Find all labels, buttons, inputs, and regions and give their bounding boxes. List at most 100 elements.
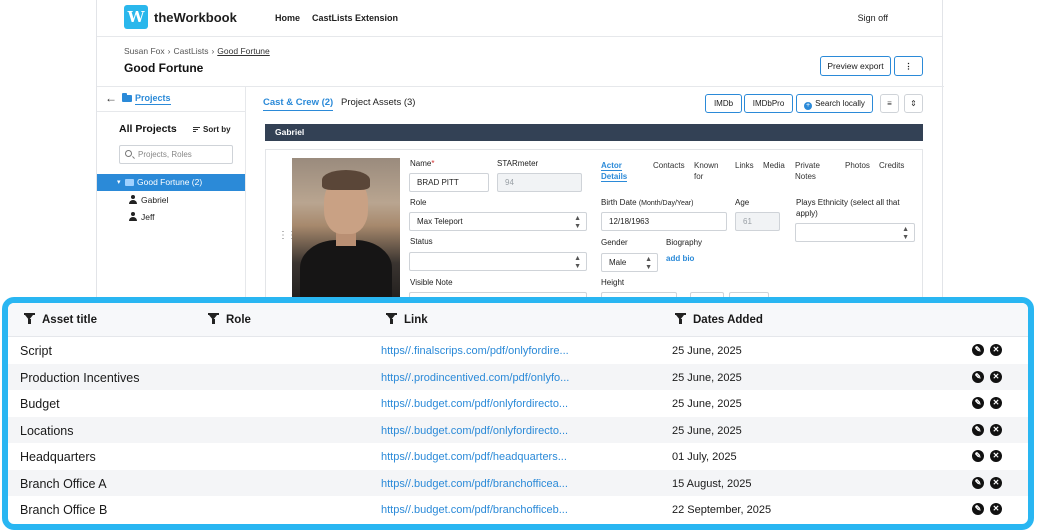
sign-off-link[interactable]: Sign off bbox=[858, 13, 888, 23]
table-row[interactable]: Headquarters https//.budget.com/pdf/head… bbox=[8, 443, 1028, 470]
delete-icon[interactable]: ✕ bbox=[990, 370, 1002, 383]
column-role[interactable]: Role bbox=[208, 313, 251, 326]
nav-home[interactable]: Home bbox=[275, 13, 300, 23]
delete-icon[interactable]: ✕ bbox=[990, 397, 1002, 409]
projects-tab[interactable]: Projects bbox=[135, 93, 171, 105]
asset-link[interactable]: https//.prodincentived.com/pdf/onlyfo... bbox=[381, 372, 569, 384]
updown-icon: ▲ ▼ bbox=[645, 256, 652, 271]
biography-label: Biography bbox=[666, 238, 703, 247]
table-row[interactable]: Branch Office A https//.budget.com/pdf/b… bbox=[8, 469, 1028, 496]
delete-icon[interactable]: ✕ bbox=[990, 344, 1002, 356]
asset-link[interactable]: https//.finalscrips.com/pdf/onlyfordire.… bbox=[381, 345, 569, 357]
app-window: W theWorkbook Home CastLists Extension S… bbox=[96, 0, 944, 311]
imdb-button[interactable]: IMDb bbox=[705, 94, 742, 113]
imdbpro-button[interactable]: IMDbPro bbox=[744, 94, 793, 113]
asset-link[interactable]: https//.budget.com/pdf/headquarters... bbox=[381, 451, 567, 463]
table-row[interactable]: Locations https//.budget.com/pdf/onlyfor… bbox=[8, 416, 1028, 443]
filter-icon[interactable] bbox=[675, 313, 686, 324]
tree-item-label: Gabriel bbox=[141, 195, 169, 205]
table-row[interactable]: Script https//.finalscrips.com/pdf/onlyf… bbox=[8, 337, 1028, 364]
role-select[interactable]: Max Teleport ▲ ▼ bbox=[409, 212, 587, 231]
birth-date-label: Birth Date (Month/Day/Year) bbox=[601, 198, 694, 207]
date-added: 25 June, 2025 bbox=[672, 371, 742, 384]
expand-collapse-button[interactable]: ⇕ bbox=[904, 94, 923, 113]
asset-title: Script bbox=[20, 344, 52, 358]
asset-link[interactable]: https//.budget.com/pdf/onlyfordirecto... bbox=[381, 425, 568, 437]
ethnicity-select[interactable]: ▲ ▼ bbox=[795, 223, 915, 242]
subtab-known-for[interactable]: Known for bbox=[694, 160, 724, 182]
filter-icon[interactable] bbox=[386, 313, 397, 324]
column-dates-added[interactable]: Dates Added bbox=[675, 313, 763, 326]
gender-select[interactable]: Male ▲ ▼ bbox=[601, 253, 658, 272]
edit-icon[interactable]: ✎ bbox=[972, 450, 984, 462]
filter-icon[interactable] bbox=[208, 313, 219, 324]
subtab-actor-details[interactable]: Actor Details bbox=[601, 160, 645, 182]
subtab-credits[interactable]: Credits bbox=[879, 160, 904, 171]
breadcrumb-user[interactable]: Susan Fox bbox=[124, 46, 165, 56]
nav-castlists-extension[interactable]: CastLists Extension bbox=[312, 13, 398, 23]
search-locally-button[interactable]: + Search locally bbox=[796, 94, 873, 113]
ethnicity-label: Plays Ethnicity (select all that apply) bbox=[796, 198, 900, 218]
role-value: Max Teleport bbox=[417, 217, 463, 226]
search-icon bbox=[125, 150, 132, 157]
role-header-bar: Gabriel bbox=[265, 124, 923, 141]
tree-item-gabriel[interactable]: Gabriel bbox=[129, 195, 168, 205]
subtab-contacts[interactable]: Contacts bbox=[653, 160, 685, 171]
delete-icon[interactable]: ✕ bbox=[990, 503, 1002, 515]
column-link[interactable]: Link bbox=[386, 313, 428, 326]
delete-icon[interactable]: ✕ bbox=[990, 450, 1002, 462]
breadcrumb-current[interactable]: Good Fortune bbox=[217, 46, 269, 56]
tab-project-assets[interactable]: Project Assets (3) bbox=[341, 97, 415, 108]
birth-date-field[interactable]: 12/18/1963 bbox=[601, 212, 727, 231]
more-options-button[interactable]: ⋮ bbox=[894, 56, 923, 76]
subtab-photos[interactable]: Photos bbox=[845, 160, 870, 171]
asset-link[interactable]: https//.budget.com/pdf/onlyfordirecto... bbox=[381, 398, 568, 410]
status-select[interactable]: ▲ ▼ bbox=[409, 252, 587, 271]
sort-button[interactable]: ≡ bbox=[880, 94, 899, 113]
subtab-private-notes[interactable]: Private Notes bbox=[795, 160, 829, 182]
asset-title: Production Incentives bbox=[20, 370, 140, 385]
add-bio-link[interactable]: add bio bbox=[666, 254, 694, 263]
breadcrumb-castlists[interactable]: CastLists bbox=[173, 46, 208, 56]
asset-link[interactable]: https//.budget.com/pdf/branchofficeb... bbox=[381, 504, 568, 516]
search-placeholder: Projects, Roles bbox=[138, 150, 192, 159]
table-row[interactable]: Production Incentives https//.prodincent… bbox=[8, 363, 1028, 390]
updown-icon: ▲ ▼ bbox=[574, 255, 581, 270]
folder-icon bbox=[125, 179, 134, 186]
table-row[interactable]: Budget https//.budget.com/pdf/onlyfordir… bbox=[8, 390, 1028, 417]
sidebar-header: ← Projects bbox=[97, 87, 245, 112]
back-arrow-icon[interactable]: ← bbox=[105, 91, 117, 105]
edit-icon[interactable]: ✎ bbox=[972, 423, 984, 436]
delete-icon[interactable]: ✕ bbox=[990, 476, 1002, 489]
subtab-links[interactable]: Links bbox=[735, 160, 754, 171]
logo-icon[interactable]: W bbox=[124, 5, 148, 29]
edit-icon[interactable]: ✎ bbox=[972, 370, 984, 383]
starmeter-label: STARmeter bbox=[497, 159, 539, 168]
asset-link[interactable]: https//.budget.com/pdf/branchofficea... bbox=[381, 478, 568, 490]
name-field[interactable]: BRAD PITT bbox=[409, 173, 489, 192]
app-name[interactable]: theWorkbook bbox=[154, 10, 237, 25]
caret-down-icon[interactable]: ▾ bbox=[117, 174, 121, 191]
breadcrumb: Susan Fox › CastLists › Good Fortune bbox=[124, 46, 270, 56]
sort-by-button[interactable]: Sort by bbox=[193, 125, 231, 134]
subtab-media[interactable]: Media bbox=[763, 160, 785, 171]
height-label: Height bbox=[601, 278, 625, 287]
actor-photo bbox=[292, 158, 400, 308]
preview-export-button[interactable]: Preview export bbox=[820, 56, 891, 76]
edit-icon[interactable]: ✎ bbox=[972, 476, 984, 489]
tree-item-jeff[interactable]: Jeff bbox=[129, 212, 155, 222]
edit-icon[interactable]: ✎ bbox=[972, 344, 984, 356]
project-search-input[interactable]: Projects, Roles bbox=[119, 145, 233, 164]
role-label: Role bbox=[410, 198, 427, 207]
table-row[interactable]: Branch Office B https//.budget.com/pdf/b… bbox=[8, 496, 1028, 523]
delete-icon[interactable]: ✕ bbox=[990, 423, 1002, 436]
tree-item-good-fortune[interactable]: ▾ Good Fortune (2) bbox=[97, 174, 245, 191]
tab-cast-crew[interactable]: Cast & Crew (2) bbox=[263, 97, 334, 111]
age-field: 61 bbox=[735, 212, 780, 231]
name-label: Name* bbox=[410, 159, 435, 168]
filter-icon[interactable] bbox=[24, 313, 35, 324]
column-asset-title[interactable]: Asset title bbox=[24, 313, 97, 326]
sort-lines-icon: ≡ bbox=[887, 99, 892, 108]
edit-icon[interactable]: ✎ bbox=[972, 397, 984, 409]
edit-icon[interactable]: ✎ bbox=[972, 503, 984, 515]
